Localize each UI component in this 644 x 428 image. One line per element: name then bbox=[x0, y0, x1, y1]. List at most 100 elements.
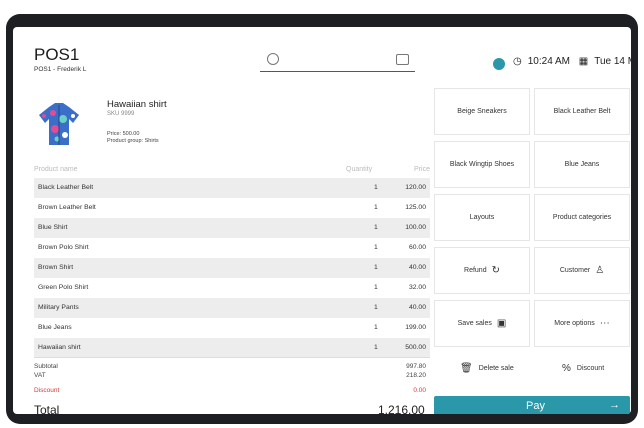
row-name: Blue Shirt bbox=[38, 224, 68, 231]
row-qty: 1 bbox=[374, 224, 378, 231]
tile-layouts[interactable]: Layouts bbox=[434, 194, 530, 241]
ellipsis-icon: ⋯ bbox=[599, 318, 610, 329]
vat-value: 218.20 bbox=[406, 372, 426, 379]
row-price: 32.00 bbox=[408, 284, 426, 291]
table-row[interactable]: Blue Jeans 1 199.00 bbox=[34, 318, 430, 338]
table-row[interactable]: Brown Shirt 1 40.00 bbox=[34, 258, 430, 278]
row-qty: 1 bbox=[374, 244, 378, 251]
search-icon[interactable] bbox=[267, 53, 279, 65]
table-row[interactable]: Green Polo Shirt 1 32.00 bbox=[34, 278, 430, 298]
tile-blue-jeans[interactable]: Blue Jeans bbox=[534, 141, 630, 188]
row-qty: 1 bbox=[374, 184, 378, 191]
column-product-name: Product name bbox=[34, 166, 78, 173]
total-label: Total bbox=[34, 403, 60, 414]
pay-label: Pay bbox=[526, 400, 545, 412]
time-text: 10:24 AM bbox=[527, 56, 570, 67]
row-price: 199.00 bbox=[405, 324, 426, 331]
product-image bbox=[39, 103, 79, 145]
row-price: 60.00 bbox=[408, 244, 426, 251]
more-options-button[interactable]: More options ⋯ bbox=[534, 300, 630, 347]
row-qty: 1 bbox=[374, 284, 378, 291]
table-header: Product name Quantity Price bbox=[34, 166, 430, 176]
refund-icon: ↻ bbox=[491, 265, 500, 276]
table-row[interactable]: Military Pants 1 40.00 bbox=[34, 298, 430, 318]
tile-label: Customer bbox=[559, 267, 591, 274]
row-name: Brown Polo Shirt bbox=[38, 244, 89, 251]
subtotal-label: Subtotal bbox=[34, 363, 58, 370]
tile-label: Black Leather Belt bbox=[553, 108, 611, 115]
pos-screen: POS1 POS1 - Frederik L ◷ 10:24 AM ▦ Tue 14… bbox=[13, 27, 631, 414]
product-group: Product group: Shirts bbox=[107, 138, 159, 144]
product-sku: SKU 9999 bbox=[107, 111, 135, 117]
percent-icon: % bbox=[562, 363, 571, 374]
table-row[interactable]: Black Leather Belt 1 120.00 bbox=[34, 178, 430, 198]
person-icon: ♙ bbox=[595, 265, 605, 276]
cart-table: Black Leather Belt 1 120.00 Brown Leather … bbox=[34, 178, 430, 358]
clock-icon: ◷ bbox=[513, 56, 522, 67]
product-name: Hawaiian shirt bbox=[107, 99, 167, 110]
discount-label: Discount bbox=[34, 387, 60, 394]
delete-sale-label: Delete sale bbox=[478, 365, 514, 372]
vat-label: VAT bbox=[34, 372, 46, 379]
discount-button-label: Discount bbox=[576, 365, 605, 372]
refund-button[interactable]: Refund ↻ bbox=[434, 247, 530, 294]
save-icon: ▣ bbox=[496, 318, 507, 329]
row-price: 40.00 bbox=[408, 264, 426, 271]
tile-label: Refund bbox=[464, 267, 487, 274]
status-indicator bbox=[493, 58, 505, 70]
tile-black-leather-belt[interactable]: Black Leather Belt bbox=[534, 88, 630, 135]
search-bar[interactable] bbox=[260, 49, 415, 72]
row-name: Hawaiian shirt bbox=[38, 344, 81, 351]
tile-black-wingtip-shoes[interactable]: Black Wingtip Shoes bbox=[434, 141, 530, 188]
row-qty: 1 bbox=[374, 344, 378, 351]
tile-product-categories[interactable]: Product categories bbox=[534, 194, 630, 241]
save-sales-button[interactable]: Save sales ▣ bbox=[434, 300, 530, 347]
calendar-icon: ▦ bbox=[578, 56, 589, 67]
subtotal-value: 997.80 bbox=[406, 363, 426, 370]
row-name: Blue Jeans bbox=[38, 324, 72, 331]
tile-label: Layouts bbox=[469, 214, 495, 221]
product-price: Price: 500.00 bbox=[107, 131, 140, 137]
pay-button[interactable]: Pay → bbox=[434, 396, 630, 414]
table-row[interactable]: Blue Shirt 1 100.00 bbox=[34, 218, 430, 238]
table-row[interactable]: Hawaiian shirt 1 500.00 bbox=[34, 338, 430, 358]
discount-button[interactable]: % Discount bbox=[562, 363, 604, 374]
row-name: Brown Leather Belt bbox=[38, 204, 96, 211]
discount-value: 0.00 bbox=[413, 387, 426, 394]
keyboard-icon[interactable] bbox=[396, 54, 409, 65]
totals-panel: Subtotal 997.80 VAT 218.20 Discount 0.00 bbox=[34, 357, 430, 396]
delete-sale-button[interactable]: 🗑 Delete sale bbox=[460, 363, 514, 374]
row-price: 120.00 bbox=[405, 184, 426, 191]
row-price: 500.00 bbox=[405, 344, 426, 351]
tile-label: Black Wingtip Shoes bbox=[449, 161, 515, 168]
tile-label: More options bbox=[554, 320, 595, 327]
row-price: 125.00 bbox=[405, 204, 426, 211]
row-name: Brown Shirt bbox=[38, 264, 74, 271]
row-qty: 1 bbox=[374, 304, 378, 311]
row-qty: 1 bbox=[374, 204, 378, 211]
row-qty: 1 bbox=[374, 324, 378, 331]
tile-label: Product categories bbox=[552, 214, 612, 221]
customer-button[interactable]: Customer ♙ bbox=[534, 247, 630, 294]
row-name: Black Leather Belt bbox=[38, 184, 94, 191]
row-price: 40.00 bbox=[408, 304, 426, 311]
total-value: 1.216.00 bbox=[378, 403, 425, 414]
column-quantity: Quantity bbox=[346, 166, 373, 173]
tile-label: Blue Jeans bbox=[564, 161, 600, 168]
tile-label: Save sales bbox=[457, 320, 492, 327]
row-name: Military Pants bbox=[38, 304, 79, 311]
tile-label: Beige Sneakers bbox=[457, 108, 507, 115]
register-operator: POS1 - Frederik L bbox=[34, 66, 87, 73]
row-price: 100.00 bbox=[405, 224, 426, 231]
date-text: Tue 14 Mar bbox=[594, 56, 631, 67]
row-qty: 1 bbox=[374, 264, 378, 271]
clock-display: ◷ 10:24 AM ▦ Tue 14 Mar bbox=[513, 56, 631, 67]
table-row[interactable]: Brown Polo Shirt 1 60.00 bbox=[34, 238, 430, 258]
row-name: Green Polo Shirt bbox=[38, 284, 89, 291]
tile-beige-sneakers[interactable]: Beige Sneakers bbox=[434, 88, 530, 135]
trash-icon: 🗑 bbox=[460, 363, 473, 374]
arrow-right-icon: → bbox=[609, 399, 620, 411]
register-title: POS1 bbox=[34, 45, 80, 64]
column-price: Price bbox=[414, 166, 430, 173]
table-row[interactable]: Brown Leather Belt 1 125.00 bbox=[34, 198, 430, 218]
